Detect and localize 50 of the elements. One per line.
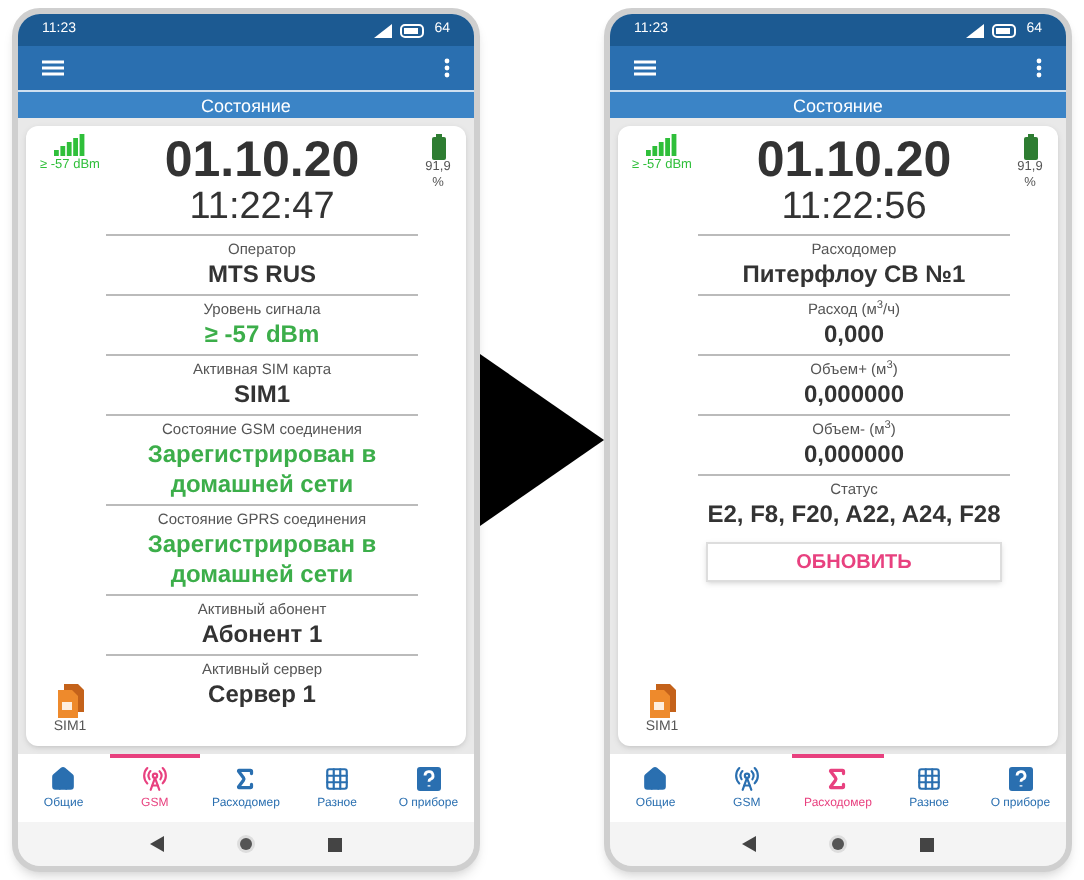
field-value: 0,000 — [823, 320, 885, 350]
signal-icon — [966, 23, 985, 37]
signal-bars-icon — [53, 134, 86, 156]
battery-level-icon — [431, 134, 445, 160]
field-value: ≥ -57 dBm — [204, 320, 320, 350]
arrow-icon — [480, 354, 604, 526]
field-value: 0,000000 — [803, 440, 905, 470]
more-icon[interactable] — [1036, 58, 1042, 78]
field-value: 0,000000 — [803, 380, 905, 410]
time-text: 11:22:56 — [779, 186, 929, 230]
sigma-icon — [824, 766, 851, 792]
screen-title: Состояние — [610, 90, 1066, 118]
date-text: 01.10.20 — [162, 134, 362, 186]
recents-icon[interactable] — [328, 837, 342, 851]
field-value: MTS RUS — [208, 260, 316, 290]
help-icon — [1007, 766, 1034, 792]
recents-icon[interactable] — [920, 837, 934, 851]
grid-icon — [324, 766, 351, 792]
antenna-icon — [141, 766, 168, 792]
field-value: Абонент 1 — [201, 620, 323, 650]
home-button-icon[interactable] — [236, 834, 256, 854]
home-button-icon[interactable] — [828, 834, 848, 854]
back-icon[interactable] — [150, 836, 164, 852]
battery-icon — [992, 23, 1019, 37]
sigma-icon — [232, 766, 259, 792]
home-icon — [642, 766, 669, 792]
more-icon[interactable] — [444, 58, 450, 78]
menu-icon[interactable] — [634, 60, 656, 76]
signal-bars-icon — [645, 134, 678, 156]
home-icon — [50, 766, 77, 792]
sim-card-icon — [649, 683, 675, 717]
sim-card-icon — [57, 683, 83, 717]
time-text: 11:22:47 — [187, 186, 337, 230]
signal-icon — [374, 23, 393, 37]
battery-level-icon — [1023, 134, 1037, 160]
field-value: Сервер 1 — [208, 680, 316, 710]
screen-title: Состояние — [18, 90, 474, 118]
field-value: E2, F8, F20, A22, A24, F28 — [707, 500, 1001, 530]
field-value: Питерфлоу СВ №1 — [742, 260, 966, 290]
field-value: Зарегистрирован в домашней сети — [145, 440, 379, 500]
help-icon — [415, 766, 442, 792]
antenna-icon — [733, 766, 760, 792]
field-value: SIM1 — [233, 380, 290, 410]
back-icon[interactable] — [742, 836, 756, 852]
grid-icon — [916, 766, 943, 792]
field-value: Зарегистрирован в домашней сети — [145, 530, 379, 590]
refresh-button[interactable]: ОБНОВИТЬ — [706, 542, 1002, 582]
menu-icon[interactable] — [42, 60, 64, 76]
battery-icon — [400, 23, 427, 37]
date-text: 01.10.20 — [754, 134, 954, 186]
